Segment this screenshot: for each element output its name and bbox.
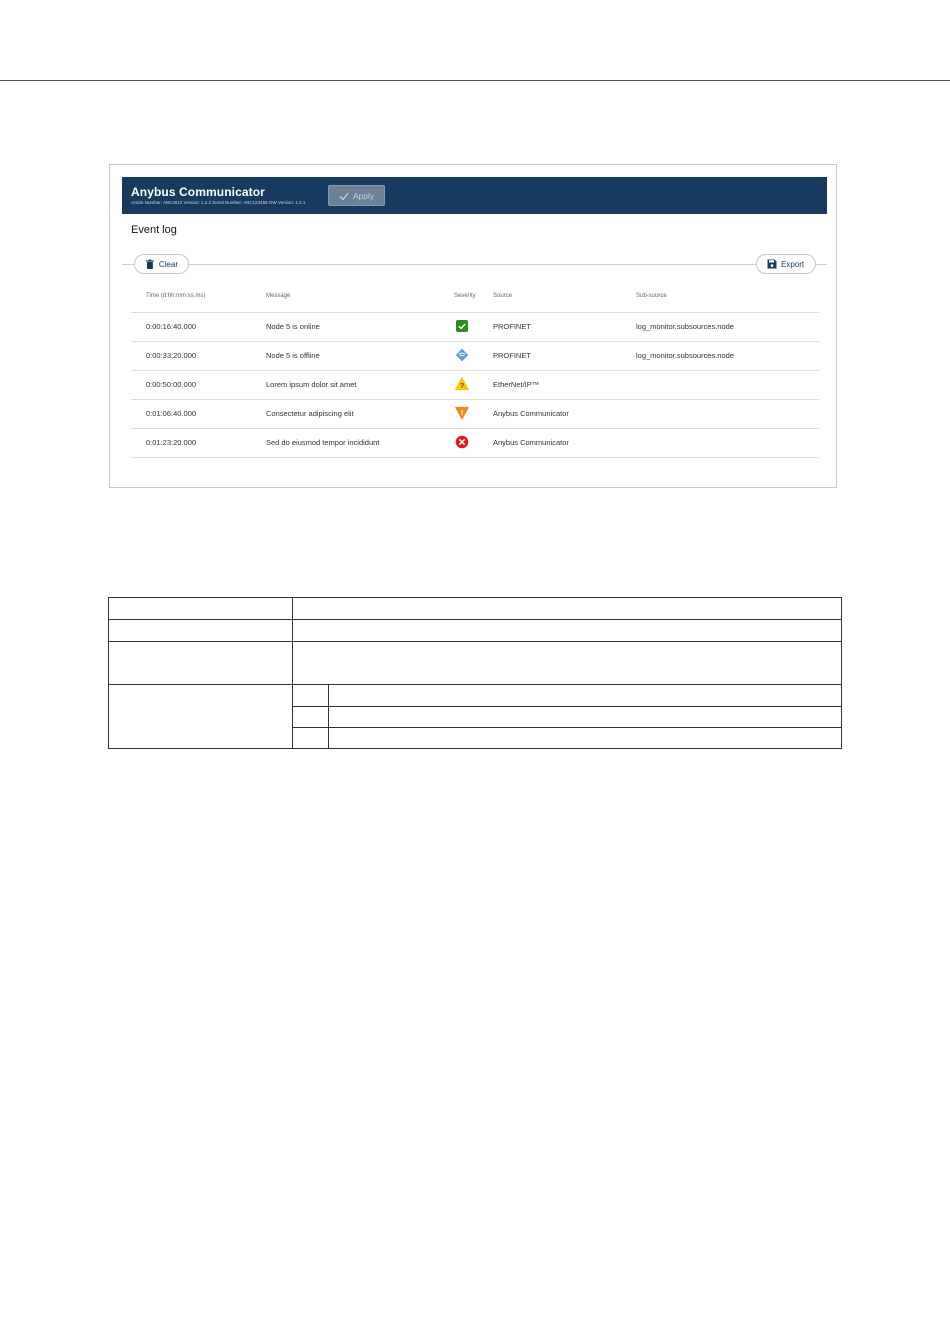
table-row[interactable]: 0:01:23:20.000 Sed do eiusmod tempor inc… xyxy=(131,428,819,458)
clear-button[interactable]: Clear xyxy=(134,254,189,274)
alert-triangle-icon: ! xyxy=(455,406,469,420)
row-subsource: log_monitor.subsources.node xyxy=(636,351,734,360)
row-message: Sed do eiusmod tempor incididunt xyxy=(266,438,380,447)
apply-button-label: Apply xyxy=(352,190,375,201)
row-time: 0:00:33:20.000 xyxy=(146,351,197,360)
table-column-divider xyxy=(328,684,329,748)
col-header-time[interactable]: Time (d:hh:mm:ss.ms) xyxy=(146,293,205,299)
app-device-info: Article Number: ABC4012 Version: 1.2.2 S… xyxy=(131,200,306,205)
table-row[interactable]: 0:00:50:00.000 Lorem ipsum dolor sit ame… xyxy=(131,370,819,399)
table-row-divider xyxy=(109,619,841,620)
table-row-divider xyxy=(292,727,841,728)
empty-description-table xyxy=(108,597,842,749)
row-time: 0:01:23:20.000 xyxy=(146,438,197,447)
row-message: Lorem ipsum dolor sit amet xyxy=(266,380,357,389)
success-check-icon xyxy=(456,320,468,332)
screenshot-frame: Anybus Communicator Article Number: ABC4… xyxy=(109,164,837,488)
export-button[interactable]: Export xyxy=(756,254,816,274)
svg-text:!: ! xyxy=(461,410,463,417)
app-header-bar: Anybus Communicator Article Number: ABC4… xyxy=(122,177,827,214)
row-time: 0:00:16:40.000 xyxy=(146,322,197,331)
table-row[interactable]: 0:00:16:40.000 Node 5 is online PROFINET… xyxy=(131,312,819,341)
row-message: Consectetur adipiscing elit xyxy=(266,409,354,418)
table-row-divider xyxy=(292,706,841,707)
notice-diamond-icon xyxy=(455,348,469,362)
row-source: EtherNet/IP™ xyxy=(493,380,540,389)
warning-triangle-icon: ? xyxy=(455,377,469,391)
col-header-subsource[interactable]: Sub-source xyxy=(636,293,667,299)
row-source: Anybus Communicator xyxy=(493,409,569,418)
app-title: Anybus Communicator xyxy=(131,185,265,199)
clear-button-label: Clear xyxy=(158,259,178,269)
col-header-severity[interactable]: Severity xyxy=(454,293,476,299)
error-x-icon xyxy=(455,435,469,449)
toolbar-divider xyxy=(122,264,827,265)
row-time: 0:01:06:40.000 xyxy=(146,409,197,418)
trash-icon xyxy=(145,259,154,269)
table-row-divider xyxy=(109,684,841,685)
table-row-divider xyxy=(109,641,841,642)
row-message: Node 5 is online xyxy=(266,322,320,331)
row-subsource: log_monitor.subsources.node xyxy=(636,322,734,331)
row-time: 0:00:50:00.000 xyxy=(146,380,197,389)
row-message: Node 5 is offline xyxy=(266,351,320,360)
table-row[interactable]: 0:01:06:40.000 Consectetur adipiscing el… xyxy=(131,399,819,428)
page-title: Event log xyxy=(131,224,177,236)
page-header-rule xyxy=(0,80,950,81)
table-row[interactable]: 0:00:33:20.000 Node 5 is offline PROFINE… xyxy=(131,341,819,370)
export-button-label: Export xyxy=(781,259,805,269)
table-column-divider xyxy=(292,598,293,748)
row-source: PROFINET xyxy=(493,322,531,331)
row-source: PROFINET xyxy=(493,351,531,360)
event-table-header: Time (d:hh:mm:ss.ms) Message Severity So… xyxy=(131,291,819,311)
svg-text:?: ? xyxy=(460,381,465,390)
row-source: Anybus Communicator xyxy=(493,438,569,447)
col-header-source[interactable]: Source xyxy=(493,293,512,299)
col-header-message[interactable]: Message xyxy=(266,293,290,299)
save-icon xyxy=(767,259,777,269)
check-icon xyxy=(339,192,349,201)
apply-button[interactable]: Apply xyxy=(328,185,385,206)
